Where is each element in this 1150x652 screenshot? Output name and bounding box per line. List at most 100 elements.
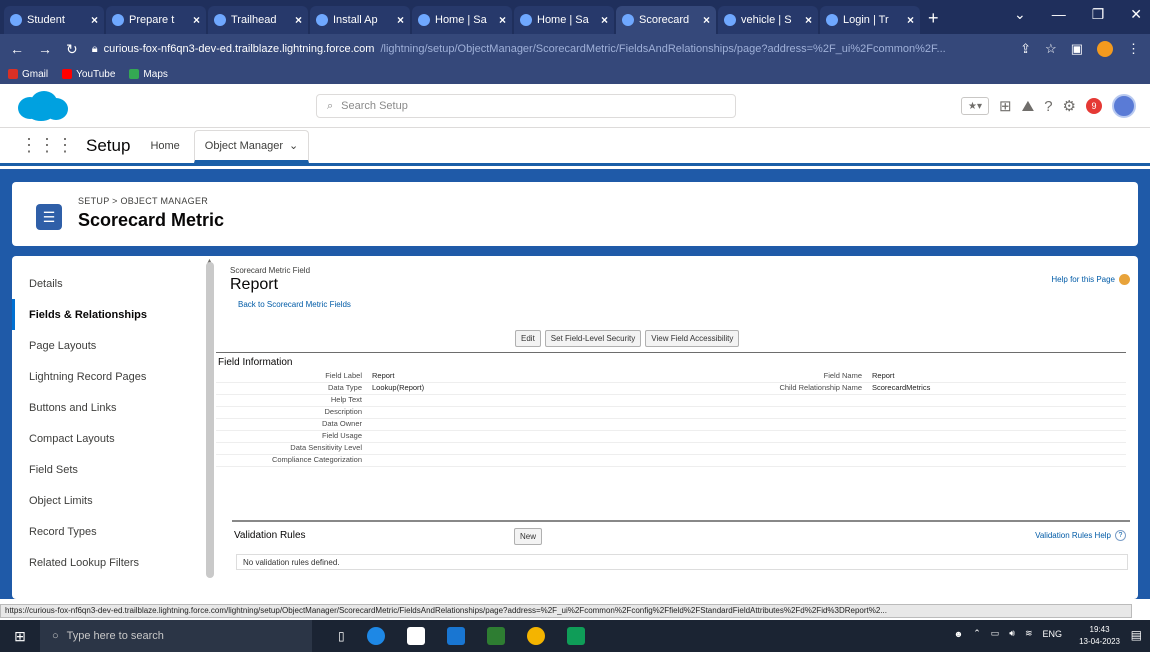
breadcrumb[interactable]: SETUP > OBJECT MANAGER xyxy=(78,196,208,206)
chrome-icon[interactable] xyxy=(526,627,545,645)
browser-tab[interactable]: Trailhead × xyxy=(208,6,308,34)
help-for-page-link[interactable]: Help for this Page xyxy=(1051,274,1130,285)
field-info-table: Field Label Report Field Name Report Data T… xyxy=(216,371,1126,467)
app-nav-bar: ⋮⋮⋮ Setup Home Object Manager ⌄ xyxy=(0,128,1150,166)
sidebar-item-details[interactable]: Details xyxy=(12,268,220,299)
salesforce-logo-icon[interactable] xyxy=(14,90,70,122)
edit-button[interactable]: Edit xyxy=(515,330,541,347)
back-to-fields-link[interactable]: Back to Scorecard Metric Fields xyxy=(238,300,1130,309)
address-bar: ← → ↻ 🔒︎ curious-fox-nf6qn3-dev-ed.trail… xyxy=(0,34,1150,64)
profile-avatar[interactable] xyxy=(1097,41,1113,57)
volume-icon[interactable]: 🔊︎ xyxy=(1009,628,1015,639)
favorites-icon[interactable]: ★▾ xyxy=(961,97,990,115)
close-tab-icon[interactable]: × xyxy=(703,13,710,27)
sidebar-item-fields-relationships[interactable]: Fields & Relationships xyxy=(12,299,220,330)
close-tab-icon[interactable]: × xyxy=(499,13,506,27)
close-tab-icon[interactable]: × xyxy=(193,13,200,27)
browser-tab[interactable]: Student × xyxy=(4,6,104,34)
close-tab-icon[interactable]: × xyxy=(295,13,302,27)
close-tab-icon[interactable]: × xyxy=(601,13,608,27)
sidebar-item-page-layouts[interactable]: Page Layouts xyxy=(12,330,220,361)
nav-item-object-manager[interactable]: Object Manager ⌄ xyxy=(193,130,310,163)
clock[interactable]: 19:43 13-04-2023 xyxy=(1079,624,1120,648)
browser-tab[interactable]: vehicle | S × xyxy=(718,6,818,34)
close-tab-icon[interactable]: × xyxy=(907,13,914,27)
photos-icon[interactable] xyxy=(486,627,505,645)
youtube-icon xyxy=(62,69,73,79)
browser-tab[interactable]: Install Ap × xyxy=(310,6,410,34)
new-validation-rule-button[interactable]: New xyxy=(514,528,543,545)
sidebar-item-related-lookup-filters[interactable]: Related Lookup Filters xyxy=(12,547,220,578)
close-tab-icon[interactable]: × xyxy=(397,13,404,27)
close-tab-icon[interactable]: × xyxy=(805,13,812,27)
bookmark-gmail[interactable]: Gmail xyxy=(8,69,48,80)
windows-start-icon[interactable]: ⊞ xyxy=(0,628,40,645)
url-host: curious-fox-nf6qn3-dev-ed.trailblaze.lig… xyxy=(103,43,375,55)
wifi-icon[interactable]: ≋ xyxy=(1025,628,1033,639)
close-tab-icon[interactable]: × xyxy=(91,13,98,27)
browser-tab-active[interactable]: Scorecard × xyxy=(616,6,716,34)
tab-favicon-icon xyxy=(724,14,736,26)
browser-tab[interactable]: Login | Tr × xyxy=(820,6,920,34)
sidebar-item-record-types[interactable]: Record Types xyxy=(12,516,220,547)
bookmark-maps[interactable]: Maps xyxy=(129,69,168,80)
sidebar-item-object-limits[interactable]: Object Limits xyxy=(12,485,220,516)
kebab-menu-icon[interactable]: ⋮ xyxy=(1127,41,1140,57)
sidebar-item-lightning-record-pages[interactable]: Lightning Record Pages xyxy=(12,361,220,392)
close-window-icon[interactable]: ✕ xyxy=(1130,6,1142,23)
battery-icon[interactable]: ▭ xyxy=(991,628,1000,639)
url-path: /lightning/setup/ObjectManager/Scorecard… xyxy=(380,43,946,55)
people-icon[interactable]: ☻ xyxy=(954,629,963,639)
new-tab-button[interactable]: + xyxy=(928,8,939,29)
bookmark-star-icon[interactable]: ☆ xyxy=(1045,41,1057,57)
help-icon xyxy=(1119,274,1130,285)
view-field-accessibility-button[interactable]: View Field Accessibility xyxy=(645,330,740,347)
table-row: Field Label Report Field Name Report xyxy=(216,371,1126,383)
forward-arrow-icon[interactable]: → xyxy=(38,41,52,57)
drive-icon[interactable] xyxy=(566,627,585,645)
notifications-bell-icon[interactable]: 9 xyxy=(1086,98,1102,114)
language-indicator[interactable]: ENG xyxy=(1042,629,1062,639)
global-actions-icon[interactable]: ⊞ xyxy=(999,97,1012,115)
bookmarks-bar: Gmail YouTube Maps xyxy=(0,64,1150,84)
minimize-icon[interactable]: — xyxy=(1052,6,1066,23)
mail-icon[interactable] xyxy=(446,627,465,645)
lock-icon: 🔒︎ xyxy=(91,42,98,55)
browser-tab[interactable]: Home | Sa × xyxy=(412,6,512,34)
set-field-level-security-button[interactable]: Set Field-Level Security xyxy=(544,330,642,347)
store-icon[interactable] xyxy=(406,627,425,645)
object-manager-sidebar: Details Fields & Relationships Page Layo… xyxy=(12,256,220,599)
sidebar-item-buttons-links[interactable]: Buttons and Links xyxy=(12,392,220,423)
avatar[interactable] xyxy=(1112,94,1136,118)
window-controls: ⌄ — ❐ ✕ xyxy=(1014,6,1142,23)
taskbar-search-input[interactable]: ○ Type here to search xyxy=(40,620,312,652)
trailhead-icon[interactable]: ⛰ xyxy=(1022,98,1035,115)
edge-icon[interactable] xyxy=(366,627,385,645)
url-field[interactable]: 🔒︎ curious-fox-nf6qn3-dev-ed.trailblaze.… xyxy=(92,43,1006,56)
browser-tab[interactable]: Prepare t × xyxy=(106,6,206,34)
sidebar-item-field-sets[interactable]: Field Sets xyxy=(12,454,220,485)
nav-item-home[interactable]: Home xyxy=(150,140,179,152)
tab-favicon-icon xyxy=(520,14,532,26)
task-view-icon[interactable]: ▯ xyxy=(338,629,345,643)
search-setup-input[interactable]: ⌕ Search Setup xyxy=(316,94,736,118)
app-launcher-icon[interactable]: ⋮⋮⋮ xyxy=(20,135,74,156)
browser-tab-strip: Student × Prepare t × Trailhead × Install A… xyxy=(0,0,1150,34)
validation-rules-help-link[interactable]: Validation Rules Help? xyxy=(1035,530,1126,541)
share-icon[interactable]: ⇪ xyxy=(1020,41,1031,57)
back-arrow-icon[interactable]: ← xyxy=(10,41,24,57)
sidebar-item-compact-layouts[interactable]: Compact Layouts xyxy=(12,423,220,454)
bookmark-youtube[interactable]: YouTube xyxy=(62,69,115,80)
gear-icon[interactable]: ⚙ xyxy=(1063,97,1076,115)
chevron-up-icon[interactable]: ⌃ xyxy=(973,628,981,639)
reload-icon[interactable]: ↻ xyxy=(66,41,78,58)
tab-search-icon[interactable]: ⌄ xyxy=(1014,6,1026,23)
sidebar-scrollbar[interactable] xyxy=(206,262,214,578)
maximize-icon[interactable]: ❐ xyxy=(1092,6,1105,23)
object-layers-icon: ☰ xyxy=(36,204,62,230)
browser-tab[interactable]: Home | Sa × xyxy=(514,6,614,34)
chevron-down-icon[interactable]: ⌄ xyxy=(289,139,298,152)
sidepanel-icon[interactable]: ▣ xyxy=(1071,41,1083,57)
help-icon[interactable]: ? xyxy=(1044,98,1052,115)
action-center-icon[interactable]: ▤ xyxy=(1131,628,1142,642)
